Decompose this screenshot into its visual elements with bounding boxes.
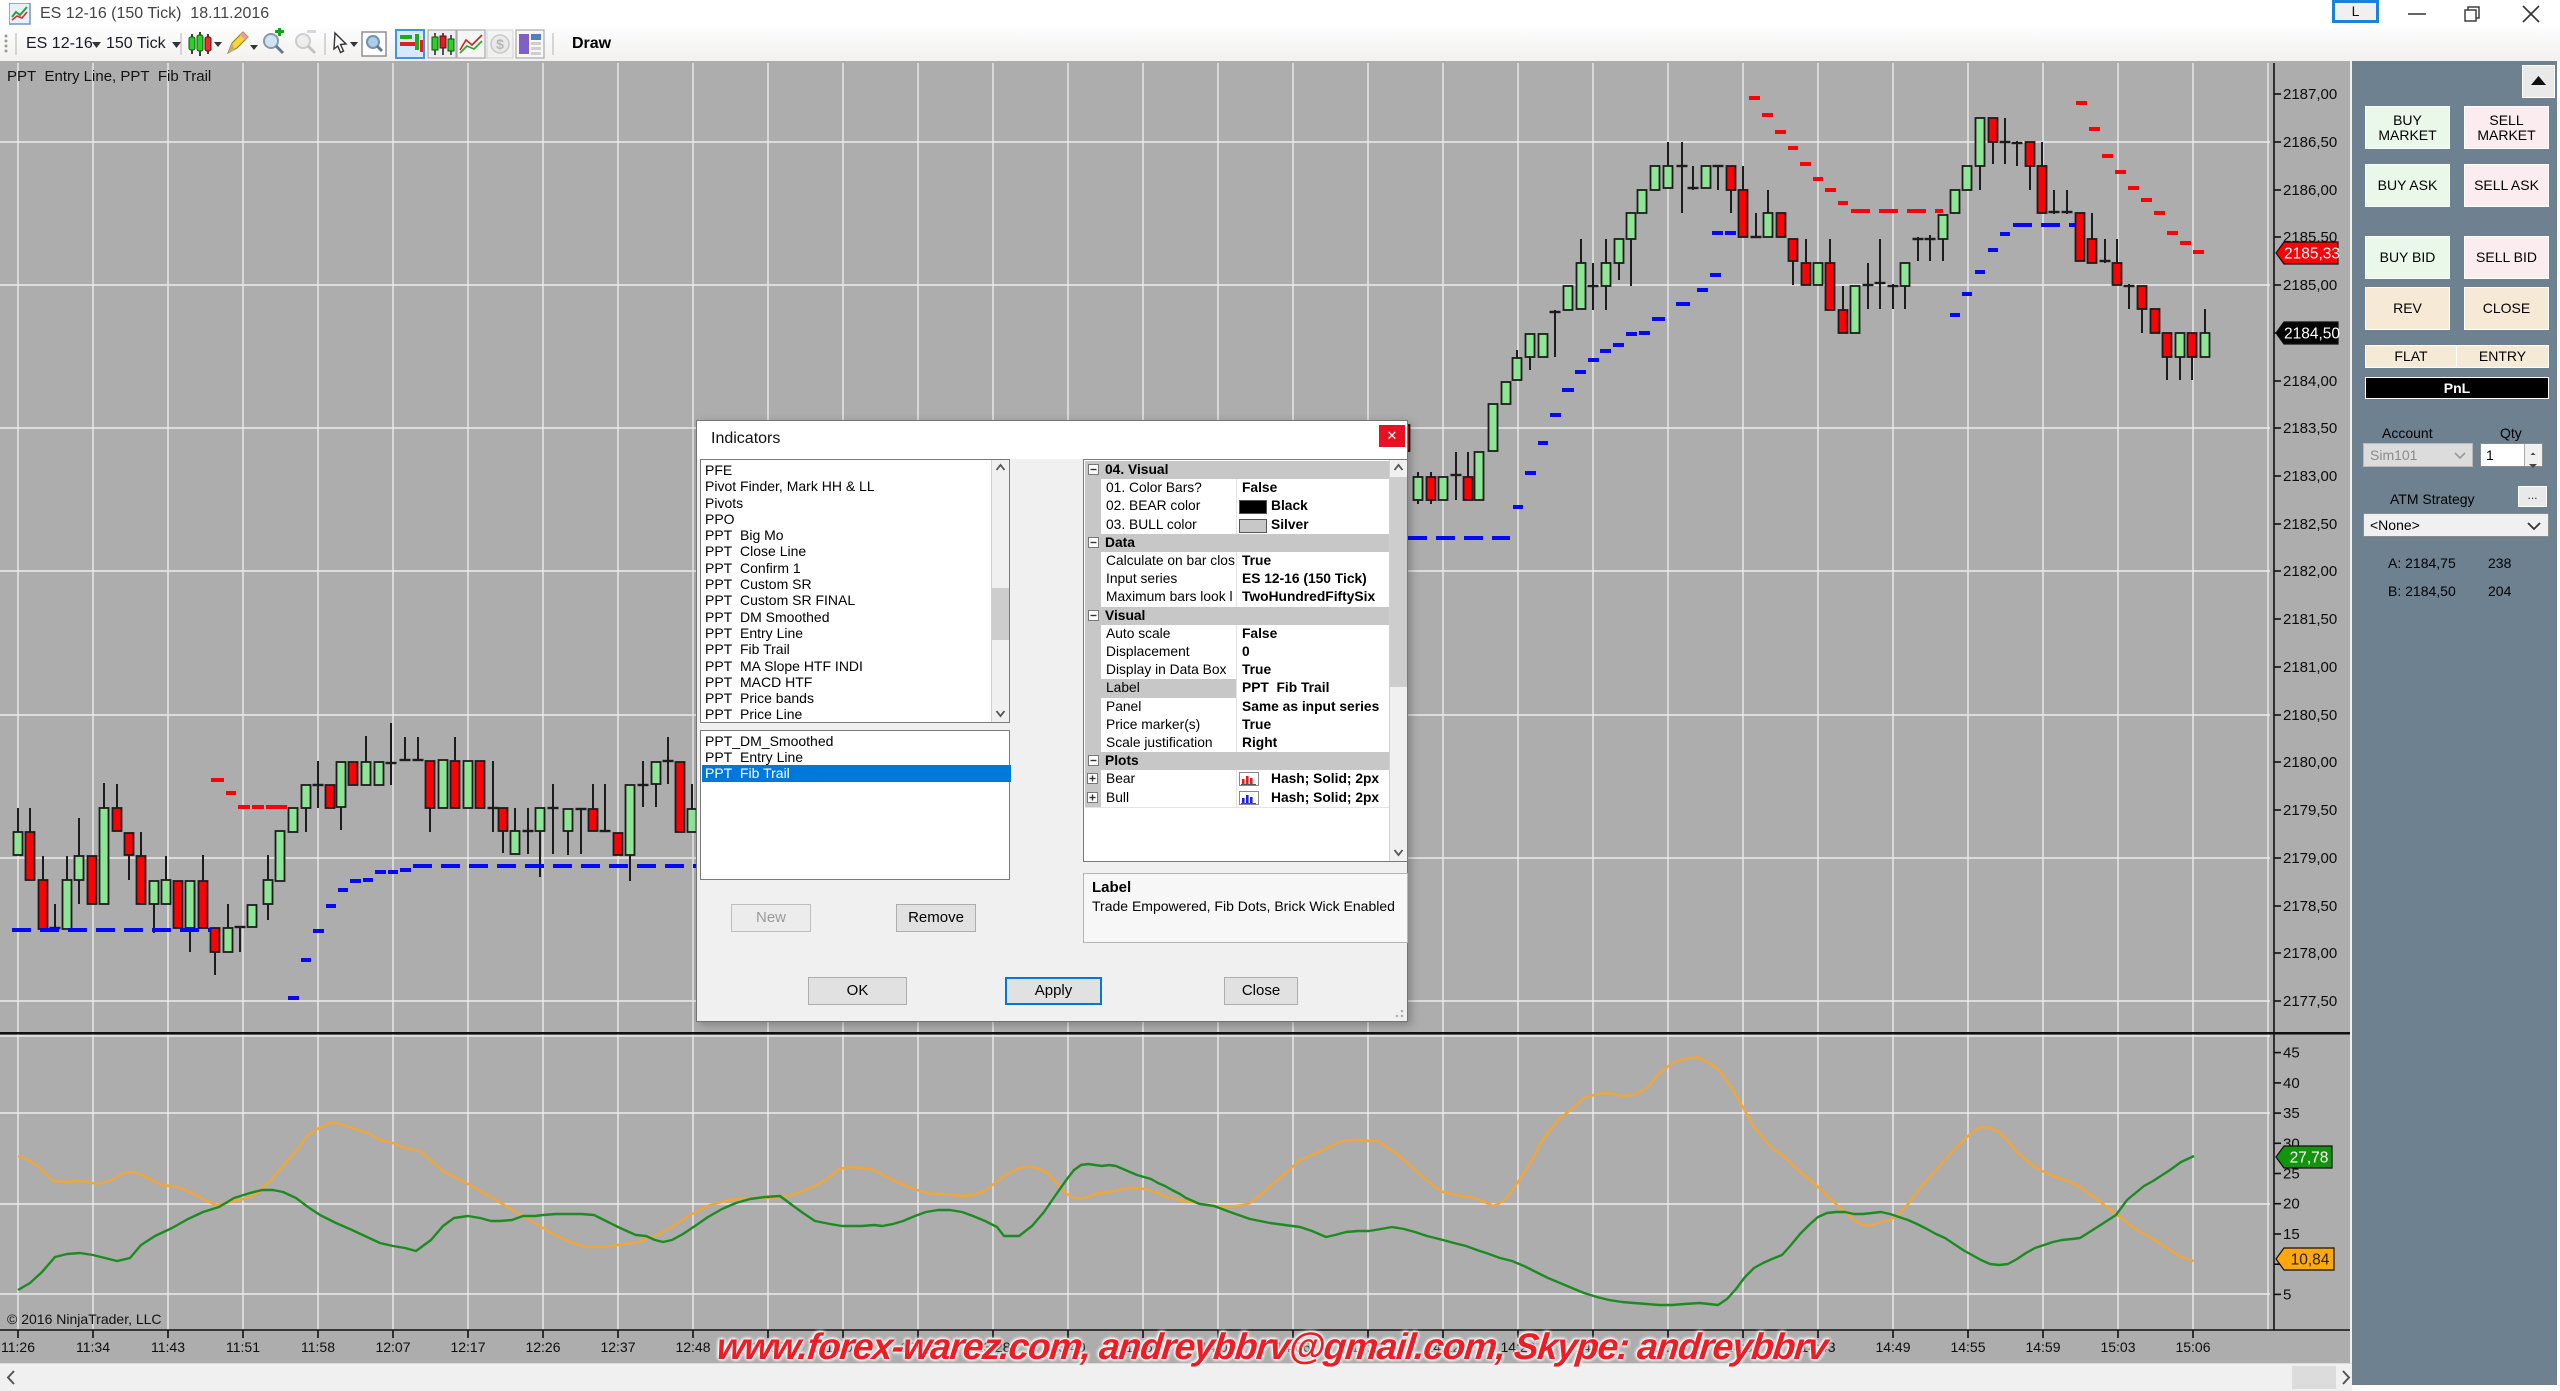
svg-text:12:07: 12:07 [375,1339,410,1355]
svg-text:14:55: 14:55 [1950,1339,1985,1355]
svg-text:11:58: 11:58 [301,1339,335,1355]
svg-text:14:49: 14:49 [1875,1339,1910,1355]
svg-text:10,84: 10,84 [2291,1252,2330,1269]
svg-text:2186,00: 2186,00 [2283,182,2337,199]
svg-text:© 2016 NinjaTrader, LLC: © 2016 NinjaTrader, LLC [7,1311,162,1327]
svg-text:15: 15 [2283,1226,2300,1243]
svg-text:2182,00: 2182,00 [2283,563,2337,580]
svg-text:11:51: 11:51 [226,1339,260,1355]
svg-text:20: 20 [2283,1196,2300,1213]
svg-text:14:59: 14:59 [2025,1339,2060,1355]
svg-text:5: 5 [2283,1286,2291,1303]
svg-text:27,78: 27,78 [2290,1150,2329,1167]
svg-text:2185,00: 2185,00 [2283,277,2337,294]
svg-text:2179,50: 2179,50 [2283,802,2337,819]
svg-text:11:43: 11:43 [151,1339,185,1355]
svg-text:2179,00: 2179,00 [2283,850,2337,867]
svg-text:40: 40 [2283,1075,2300,1092]
svg-text:45: 45 [2283,1045,2300,1062]
svg-text:2180,00: 2180,00 [2283,754,2337,771]
svg-text:12:37: 12:37 [600,1339,635,1355]
svg-text:11:26: 11:26 [1,1339,35,1355]
svg-text:2183,00: 2183,00 [2283,468,2337,485]
svg-text:12:26: 12:26 [525,1339,560,1355]
svg-text:35: 35 [2283,1105,2300,1122]
svg-text:2187,00: 2187,00 [2283,86,2337,103]
svg-text:2178,00: 2178,00 [2283,945,2337,962]
svg-text:2183,50: 2183,50 [2283,420,2337,437]
svg-text:2181,50: 2181,50 [2283,611,2337,628]
svg-text:2182,50: 2182,50 [2283,516,2337,533]
svg-text:2180,50: 2180,50 [2283,707,2337,724]
svg-text:2177,50: 2177,50 [2283,993,2337,1010]
svg-text:$: $ [496,36,504,52]
svg-text:2186,50: 2186,50 [2283,134,2337,151]
svg-text:11:34: 11:34 [76,1339,110,1355]
svg-text:15:06: 15:06 [2175,1339,2210,1355]
svg-text:2185,33: 2185,33 [2284,246,2340,263]
svg-text:PPT Entry Line, PPT Fib Trai: PPT Entry Line, PPT Fib Trail [7,68,211,85]
svg-text:2178,50: 2178,50 [2283,898,2337,915]
svg-text:2184,00: 2184,00 [2283,373,2337,390]
svg-text:15:03: 15:03 [2100,1339,2135,1355]
svg-text:2184,50: 2184,50 [2284,326,2340,343]
svg-text:12:48: 12:48 [675,1339,710,1355]
svg-text:2181,00: 2181,00 [2283,659,2337,676]
svg-text:12:17: 12:17 [450,1339,485,1355]
